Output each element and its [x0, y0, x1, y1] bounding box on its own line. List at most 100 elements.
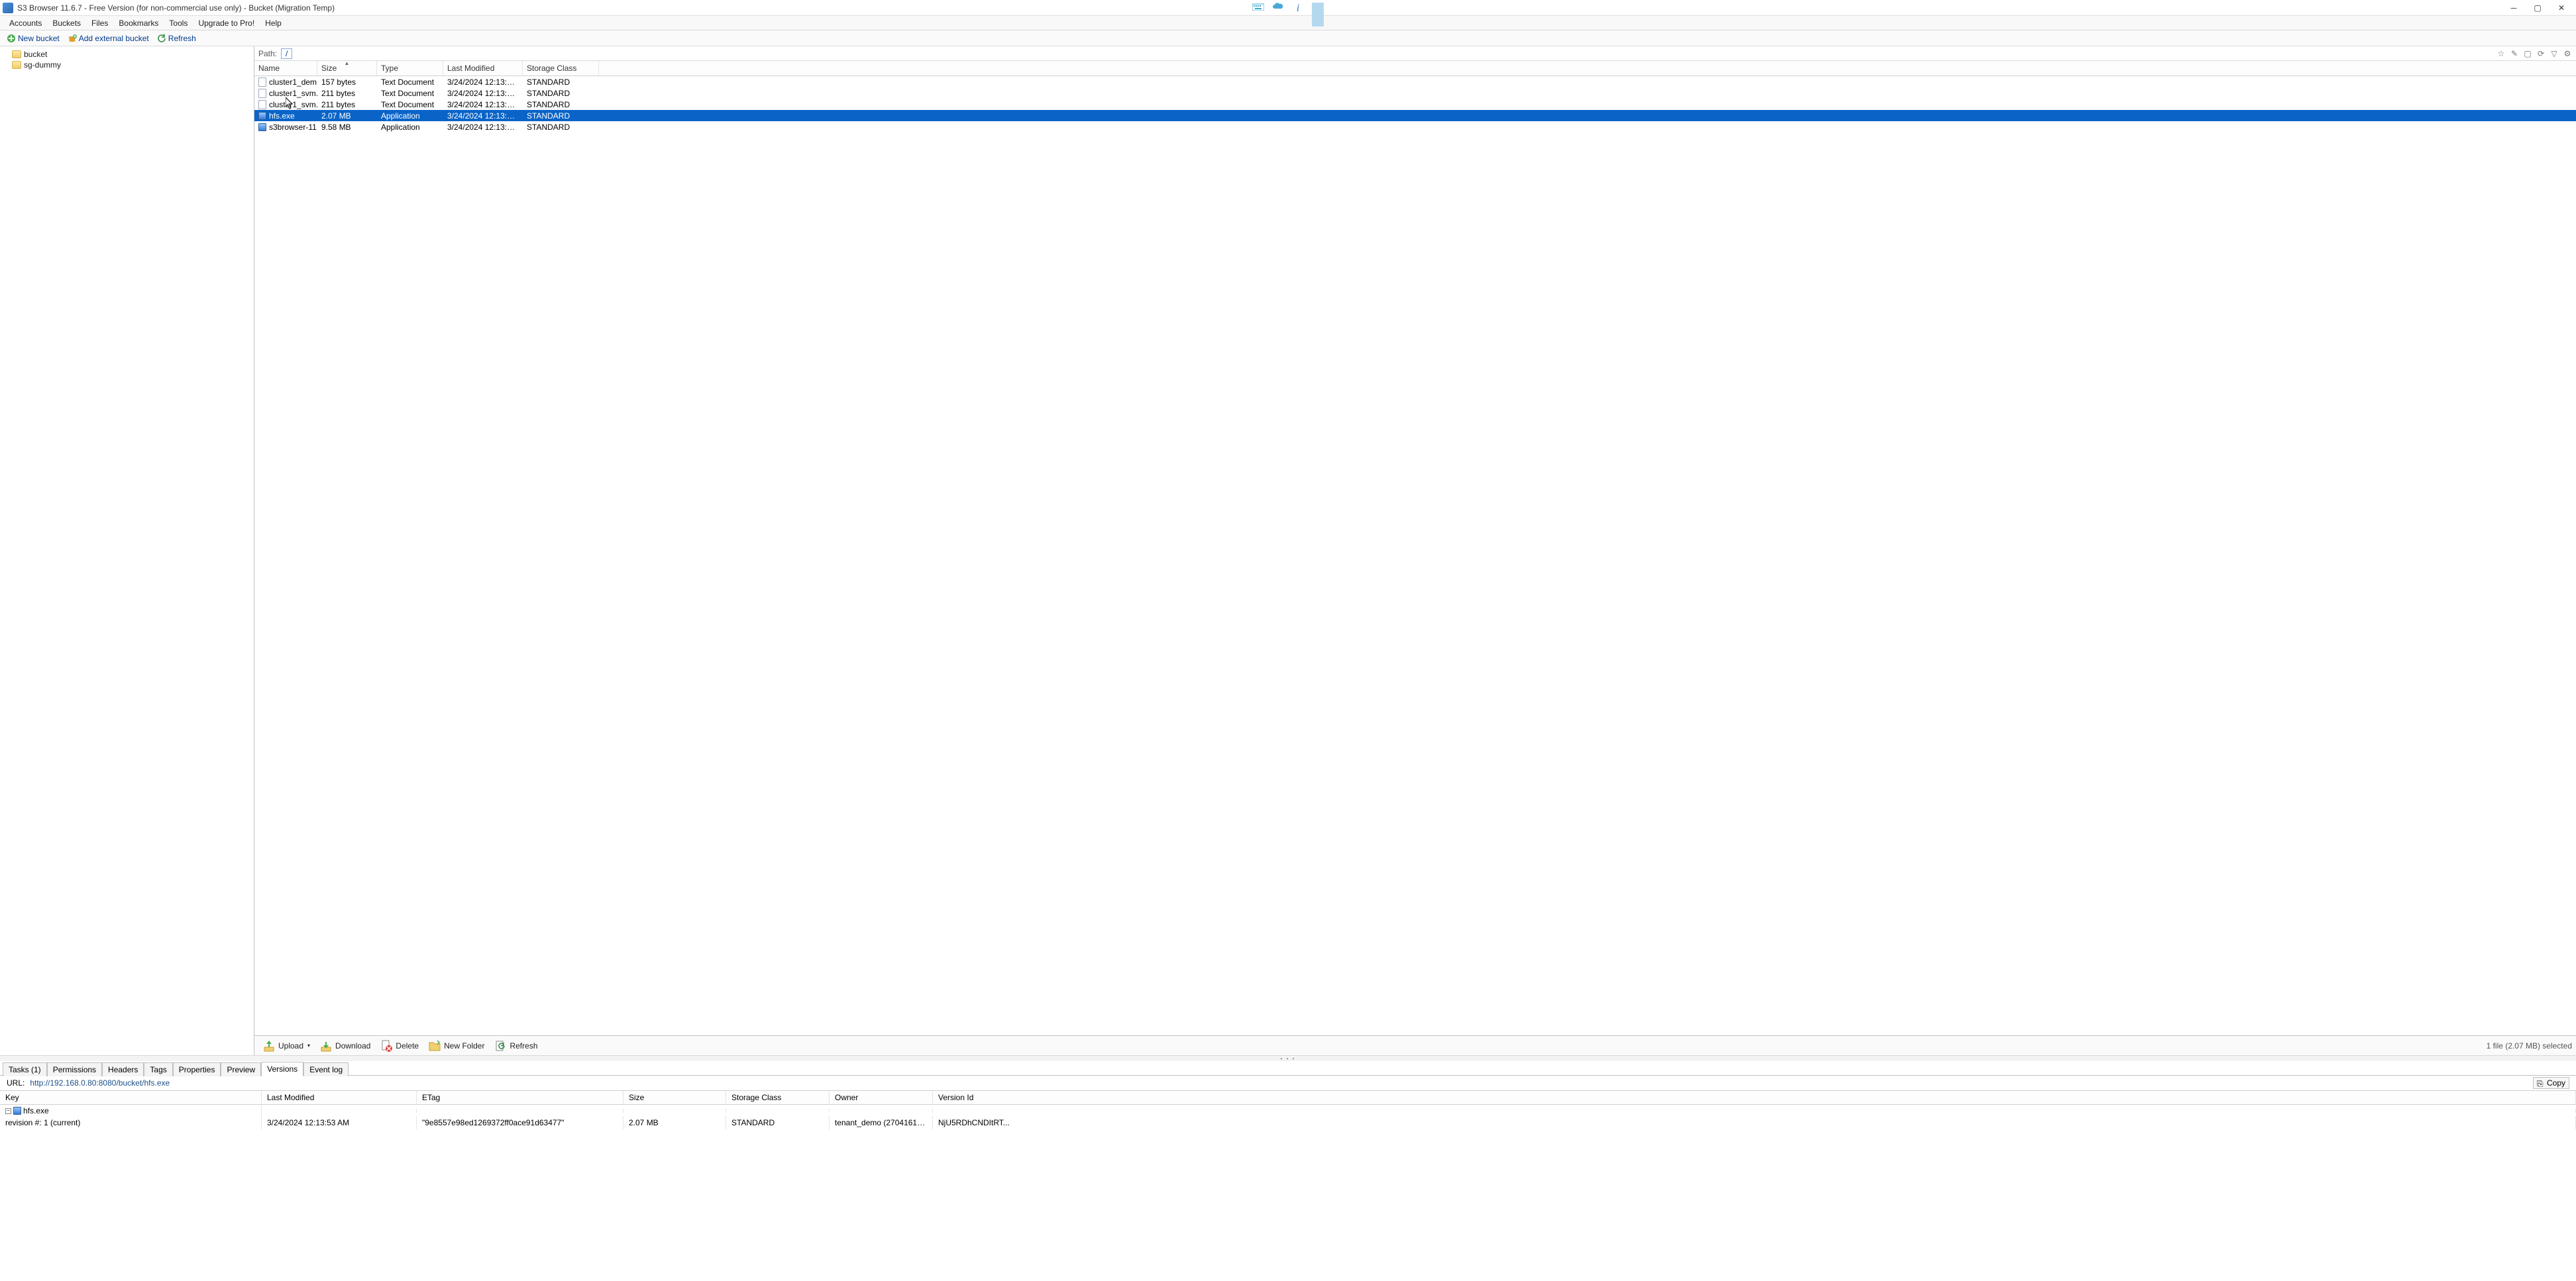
toolbar: New bucket Add external bucket Refresh: [0, 30, 2576, 46]
cloud-icon[interactable]: [1272, 3, 1284, 13]
add-external-label: Add external bucket: [79, 34, 149, 43]
new-bucket-button[interactable]: New bucket: [4, 32, 62, 44]
exe-icon: [13, 1107, 21, 1115]
copy-button[interactable]: ⎘Copy: [2533, 1077, 2569, 1089]
maximize-button[interactable]: ▢: [2526, 0, 2549, 16]
info-icon[interactable]: i: [1292, 3, 1304, 13]
file-type: Application: [377, 123, 443, 132]
file-list: Name ▲Size Type Last Modified Storage Cl…: [254, 61, 2576, 1035]
selection-status: 1 file (2.07 MB) selected: [2487, 1041, 2572, 1050]
menu-buckets[interactable]: Buckets: [47, 17, 86, 29]
file-type: Text Document: [377, 77, 443, 87]
menu-upgrade[interactable]: Upgrade to Pro!: [193, 17, 260, 29]
keyboard-icon[interactable]: [1252, 3, 1264, 13]
bottom-tabs: Tasks (1) Permissions Headers Tags Prope…: [0, 1061, 2576, 1076]
collapse-icon[interactable]: −: [5, 1108, 11, 1114]
file-size: 211 bytes: [317, 100, 377, 109]
version-rev-version: NjU5RDhCNDItRT...: [933, 1116, 2576, 1129]
upload-button[interactable]: Upload▾: [258, 1038, 314, 1054]
plus-icon: [7, 34, 16, 43]
rect-icon[interactable]: [1312, 3, 1324, 13]
tree-item-bucket[interactable]: bucket: [4, 49, 250, 60]
file-name: hfs.exe: [269, 111, 295, 121]
tree-item-label: bucket: [24, 50, 47, 59]
menu-tools[interactable]: Tools: [164, 17, 193, 29]
column-type[interactable]: Type: [377, 61, 443, 76]
refresh-action-label: Refresh: [510, 1041, 537, 1050]
file-row[interactable]: s3browser-11...9.58 MBApplication3/24/20…: [254, 121, 2576, 132]
url-label: URL:: [7, 1078, 25, 1088]
column-size[interactable]: ▲Size: [317, 61, 377, 76]
bucket-plus-icon: [68, 34, 77, 43]
version-root-row[interactable]: −hfs.exe: [0, 1105, 2576, 1117]
menu-bookmarks[interactable]: Bookmarks: [113, 17, 164, 29]
path-row: Path: / ☆ ✎ ▢ ⟳ ▽ ⚙: [254, 46, 2576, 61]
refresh-action-icon: [494, 1039, 507, 1052]
close-button[interactable]: ✕: [2549, 0, 2573, 16]
folder-icon: [12, 50, 21, 58]
tab-eventlog[interactable]: Event log: [303, 1062, 349, 1076]
vcol-size[interactable]: Size: [623, 1091, 726, 1104]
refresh-button[interactable]: Refresh: [154, 32, 199, 44]
pencil-icon[interactable]: ✎: [2510, 49, 2519, 58]
file-row[interactable]: cluster1_svm...211 bytesText Document3/2…: [254, 99, 2576, 110]
column-size-label: Size: [321, 64, 337, 73]
file-row[interactable]: cluster1_dem...157 bytesText Document3/2…: [254, 76, 2576, 87]
file-storage-class: STANDARD: [523, 123, 599, 132]
url-value[interactable]: http://192.168.0.80:8080/bucket/hfs.exe: [30, 1078, 170, 1088]
new-folder-icon: [428, 1039, 441, 1052]
horizontal-splitter[interactable]: • • •: [0, 1056, 2576, 1061]
tab-properties[interactable]: Properties: [173, 1062, 221, 1076]
menubar: Accounts Buckets Files Bookmarks Tools U…: [0, 16, 2576, 30]
tab-tags[interactable]: Tags: [144, 1062, 172, 1076]
tab-permissions[interactable]: Permissions: [47, 1062, 102, 1076]
exe-icon: [258, 112, 266, 120]
titlebar-center-icons: i: [1252, 3, 1324, 13]
version-rev-storage: STANDARD: [726, 1116, 830, 1129]
vcol-key[interactable]: Key: [0, 1091, 262, 1104]
download-button[interactable]: Download: [315, 1038, 374, 1054]
vcol-storage[interactable]: Storage Class: [726, 1091, 830, 1104]
new-folder-label: New Folder: [444, 1041, 484, 1050]
refresh-small-icon[interactable]: ⟳: [2536, 49, 2546, 58]
tree-item-sg-dummy[interactable]: sg-dummy: [4, 60, 250, 70]
file-row[interactable]: hfs.exe2.07 MBApplication3/24/2024 12:13…: [254, 110, 2576, 121]
menu-help[interactable]: Help: [260, 17, 287, 29]
delete-button[interactable]: Delete: [376, 1038, 423, 1054]
menu-files[interactable]: Files: [86, 17, 113, 29]
minimize-button[interactable]: ─: [2502, 0, 2526, 16]
file-row[interactable]: cluster1_svm...211 bytesText Document3/2…: [254, 87, 2576, 99]
vcol-version[interactable]: Version Id: [933, 1091, 2576, 1104]
path-value[interactable]: /: [281, 48, 292, 59]
tab-headers[interactable]: Headers: [102, 1062, 144, 1076]
vcol-modified[interactable]: Last Modified: [262, 1091, 417, 1104]
file-area: Path: / ☆ ✎ ▢ ⟳ ▽ ⚙ Name ▲Size Type Last…: [254, 46, 2576, 1055]
file-size: 157 bytes: [317, 77, 377, 87]
gear-icon[interactable]: ⚙: [2563, 49, 2572, 58]
tab-tasks[interactable]: Tasks (1): [3, 1062, 47, 1076]
vcol-owner[interactable]: Owner: [830, 1091, 933, 1104]
new-folder-button[interactable]: New Folder: [424, 1038, 488, 1054]
upload-icon: [262, 1039, 276, 1052]
refresh-action-button[interactable]: Refresh: [490, 1038, 541, 1054]
document-icon: [258, 89, 266, 98]
column-modified[interactable]: Last Modified: [443, 61, 523, 76]
column-name[interactable]: Name: [254, 61, 317, 76]
delete-label: Delete: [396, 1041, 419, 1050]
tab-versions[interactable]: Versions: [261, 1062, 303, 1076]
path-label: Path:: [258, 49, 277, 58]
file-modified: 3/24/2024 12:13:53 AM: [443, 123, 523, 132]
add-external-bucket-button[interactable]: Add external bucket: [65, 32, 152, 44]
versions-table: Key Last Modified ETag Size Storage Clas…: [0, 1090, 2576, 1262]
tab-preview[interactable]: Preview: [221, 1062, 261, 1076]
file-name: cluster1_svm...: [269, 100, 317, 109]
menu-accounts[interactable]: Accounts: [4, 17, 47, 29]
column-storage-class[interactable]: Storage Class: [523, 61, 599, 76]
version-revision-row[interactable]: revision #: 1 (current) 3/24/2024 12:13:…: [0, 1117, 2576, 1129]
vcol-etag[interactable]: ETag: [417, 1091, 623, 1104]
versions-header: Key Last Modified ETag Size Storage Clas…: [0, 1091, 2576, 1105]
file-modified: 3/24/2024 12:13:53 AM: [443, 89, 523, 98]
star-icon[interactable]: ☆: [2496, 49, 2506, 58]
filter-icon[interactable]: ▽: [2549, 49, 2559, 58]
box-icon[interactable]: ▢: [2523, 49, 2532, 58]
